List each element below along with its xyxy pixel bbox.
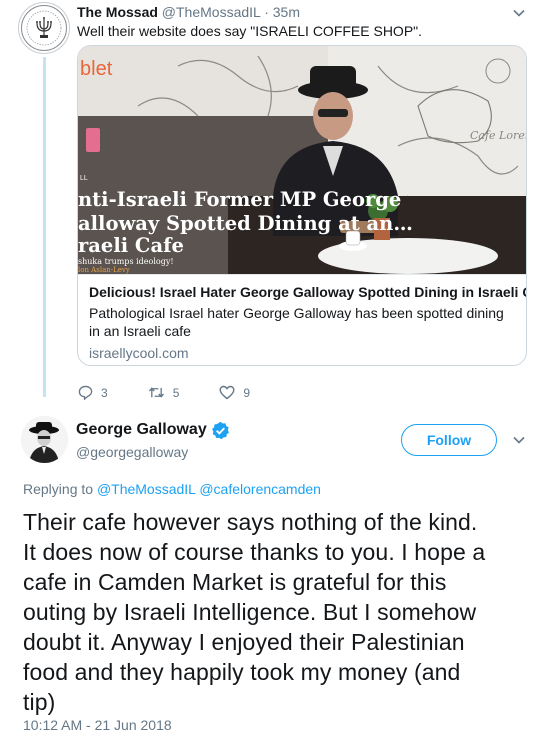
card-image: Cafe Loren blet nti-Israeli Former MP Ge…	[78, 46, 527, 274]
card-domain: israellycool.com	[89, 345, 189, 361]
follow-button[interactable]: Follow	[401, 424, 497, 456]
retweet-icon	[148, 387, 164, 398]
replying-prefix: Replying to	[23, 481, 94, 497]
tweet-text-line: tip)	[23, 689, 56, 715]
mossad-seal-icon	[21, 5, 67, 51]
parent-display-name[interactable]: The Mossad	[77, 4, 158, 20]
image-overlay-small: shuka trumps ideology!	[78, 257, 174, 266]
image-headline-line-2: alloway Spotted Dining at an…	[78, 212, 413, 235]
link-card[interactable]: Cafe Loren blet nti-Israeli Former MP Ge…	[77, 45, 527, 366]
avatar-image	[21, 416, 68, 463]
retweet-button[interactable]: 5	[148, 385, 180, 400]
reply-icon	[78, 385, 93, 400]
wall-text: Cafe Loren	[470, 129, 527, 142]
parent-handle[interactable]: @TheMossadIL	[162, 4, 261, 20]
logo-fragment: blet	[80, 58, 113, 80]
tweet-timestamp[interactable]: 10:12 AM - 21 Jun 2018	[23, 716, 172, 734]
thread-line	[43, 57, 46, 397]
tweet-text-line: doubt it. Anyway I enjoyed their Palesti…	[23, 629, 465, 655]
main-avatar[interactable]	[21, 416, 68, 463]
parent-time[interactable]: 35m	[273, 4, 300, 20]
like-count: 9	[243, 385, 251, 400]
image-headline-line-3: raeli Cafe	[78, 234, 184, 257]
card-title: Delicious! Israel Hater George Galloway …	[89, 284, 527, 300]
parent-tweet-text: Well their website does say "ISRAELI COF…	[77, 23, 423, 39]
main-handle[interactable]: @georgegalloway	[76, 443, 188, 461]
tweet-text-line: Their cafe however says nothing of the k…	[23, 509, 478, 535]
like-button[interactable]: 9	[219, 385, 250, 400]
card-description: Pathological Israel hater George Gallowa…	[89, 305, 504, 339]
card-body: Delicious! Israel Hater George Galloway …	[78, 274, 527, 365]
tweet-text-line: It does now of course thanks to you. I h…	[23, 539, 486, 565]
image-overlay-tag: LL	[80, 175, 88, 182]
parent-tweet-actions: 3 5 9	[78, 385, 290, 400]
image-overlay-byline: lon Aslan-Levy	[78, 266, 130, 274]
like-icon	[219, 385, 235, 400]
image-headline-line-1: nti-Israeli Former MP George	[78, 188, 401, 211]
replying-to: Replying to @TheMossadIL @cafelorencamde…	[23, 480, 321, 498]
chevron-down-icon[interactable]	[512, 433, 526, 447]
parent-tweet-header: The Mossad @TheMossadIL · 35m	[77, 3, 300, 21]
chevron-down-icon[interactable]	[512, 6, 526, 20]
separator-dot: ·	[264, 4, 269, 20]
reply-button[interactable]: 3	[78, 385, 108, 400]
retweet-count: 5	[172, 385, 180, 400]
main-display-name[interactable]: George Galloway	[76, 420, 207, 440]
tweet-text-line: outing by Israeli Intelligence. But I so…	[23, 599, 477, 625]
parent-avatar[interactable]	[18, 2, 70, 54]
verified-badge-icon	[211, 421, 229, 439]
main-name-row: George Galloway	[76, 420, 230, 440]
main-tweet-text: Their cafe however says nothing of the k…	[23, 507, 543, 717]
tweet-text-line: food and they happily took my money (and	[23, 659, 461, 685]
reply-count: 3	[101, 385, 108, 400]
mention-link[interactable]: @cafelorencamden	[199, 481, 321, 497]
tweet-text-line: cafe in Camden Market is grateful for th…	[23, 569, 447, 595]
mention-link[interactable]: @TheMossadIL	[97, 481, 196, 497]
